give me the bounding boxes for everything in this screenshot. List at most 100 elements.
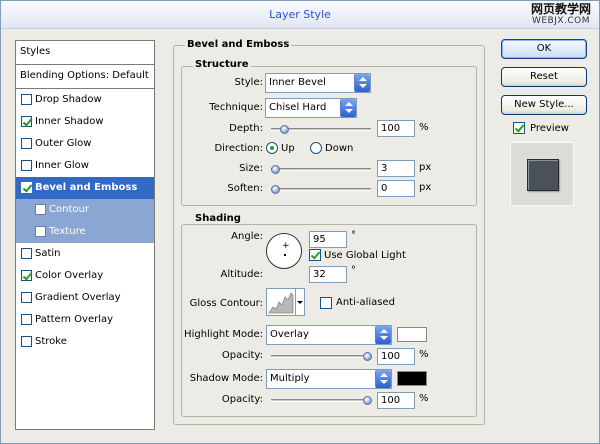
use-global-light-label: Use Global Light: [324, 250, 406, 261]
soften-slider[interactable]: [271, 185, 371, 194]
style-item-outer-glow[interactable]: Outer Glow: [16, 133, 154, 155]
gloss-contour-label: Gloss Contour:: [189, 298, 263, 309]
highlight-opacity-slider[interactable]: [271, 352, 372, 361]
shadow-opacity-label: Opacity:: [221, 394, 263, 405]
bevel-group-title: Bevel and Emboss: [185, 39, 292, 50]
style-checkbox[interactable]: [21, 182, 32, 193]
use-global-light-checkbox[interactable]: [309, 249, 321, 261]
new-style-button[interactable]: New Style...: [501, 95, 587, 115]
shading-title: Shading: [193, 213, 243, 224]
chevron-updown-icon: [375, 326, 391, 344]
shadow-opacity-input[interactable]: 100: [377, 392, 415, 409]
style-checkbox[interactable]: [21, 138, 32, 149]
ok-button[interactable]: OK: [501, 39, 587, 59]
size-input[interactable]: 3: [377, 160, 415, 177]
style-item-label: Inner Shadow: [35, 116, 104, 127]
style-checkbox[interactable]: [21, 292, 32, 303]
soften-unit: px: [419, 182, 432, 193]
style-item-satin[interactable]: Satin: [16, 243, 154, 265]
soften-input[interactable]: 0: [377, 180, 415, 197]
style-item-inner-glow[interactable]: Inner Glow: [16, 155, 154, 177]
style-item-label: Pattern Overlay: [35, 314, 114, 325]
highlight-opacity-label: Opacity:: [221, 350, 263, 361]
gloss-contour-picker[interactable]: [266, 288, 296, 316]
anti-aliased-checkbox[interactable]: [320, 297, 332, 309]
highlight-opacity-thumb[interactable]: [363, 352, 372, 361]
style-item-label: Stroke: [35, 336, 67, 347]
preview-swatch: [527, 159, 559, 191]
style-item-label: Contour: [49, 204, 89, 215]
styles-header[interactable]: Styles: [16, 41, 154, 65]
depth-slider[interactable]: [271, 125, 371, 134]
gloss-contour-dropdown[interactable]: [295, 288, 305, 316]
title-bar: Layer Style 网页教学网 WEBJX.COM: [1, 1, 599, 29]
style-checkbox[interactable]: [21, 94, 32, 105]
style-item-bevel-and-emboss[interactable]: Bevel and Emboss: [16, 177, 154, 199]
style-item-pattern-overlay[interactable]: Pattern Overlay: [16, 309, 154, 331]
direction-up-radio[interactable]: [266, 142, 278, 154]
style-checkbox[interactable]: [21, 270, 32, 281]
shadow-color-swatch[interactable]: [397, 371, 427, 386]
style-select[interactable]: Inner Bevel: [265, 73, 371, 93]
style-item-label: Bevel and Emboss: [35, 182, 138, 193]
styles-list: Styles Blending Options: Default Drop Sh…: [15, 40, 155, 430]
style-item-drop-shadow[interactable]: Drop Shadow: [16, 89, 154, 111]
chevron-updown-icon: [354, 74, 370, 92]
style-item-label: Inner Glow: [35, 160, 89, 171]
crosshair-icon: +: [282, 241, 290, 251]
angle-label: Angle:: [231, 231, 263, 242]
bevel-emboss-panel: Bevel and Emboss Structure Style: Inner …: [173, 39, 485, 425]
style-label: Style:: [234, 77, 264, 88]
angle-dial[interactable]: +: [266, 233, 302, 269]
angle-unit: °: [351, 230, 356, 241]
chevron-updown-icon: [340, 99, 356, 117]
preview-thumbnail: [510, 142, 574, 206]
reset-button[interactable]: Reset: [501, 67, 587, 87]
watermark-logo: 网页教学网 WEBJX.COM: [530, 2, 591, 26]
direction-up-label: Up: [281, 143, 295, 154]
blending-options-item[interactable]: Blending Options: Default: [16, 65, 154, 89]
size-slider[interactable]: [271, 165, 371, 174]
style-item-texture[interactable]: Texture: [16, 221, 154, 243]
size-unit: px: [419, 162, 432, 173]
anti-aliased-label: Anti-aliased: [336, 297, 396, 308]
shadow-opacity-thumb[interactable]: [363, 396, 372, 405]
highlight-color-swatch[interactable]: [397, 327, 427, 342]
style-checkbox[interactable]: [35, 204, 46, 215]
direction-down-radio[interactable]: [310, 142, 322, 154]
style-checkbox[interactable]: [21, 160, 32, 171]
style-checkbox[interactable]: [35, 226, 46, 237]
style-item-label: Satin: [35, 248, 61, 259]
shadow-opacity-slider[interactable]: [271, 396, 372, 405]
shadow-mode-select[interactable]: Multiply: [266, 369, 392, 389]
style-checkbox[interactable]: [21, 314, 32, 325]
highlight-mode-select[interactable]: Overlay: [266, 325, 392, 345]
preview-checkbox[interactable]: [513, 122, 525, 134]
style-item-label: Color Overlay: [35, 270, 104, 281]
highlight-opacity-unit: %: [419, 349, 429, 360]
highlight-mode-label: Highlight Mode:: [184, 329, 263, 340]
style-item-stroke[interactable]: Stroke: [16, 331, 154, 353]
style-item-gradient-overlay[interactable]: Gradient Overlay: [16, 287, 154, 309]
depth-label: Depth:: [229, 123, 263, 134]
preview-label: Preview: [530, 123, 569, 134]
contour-curve-icon: [268, 292, 294, 314]
highlight-opacity-input[interactable]: 100: [377, 348, 415, 365]
style-checkbox[interactable]: [21, 336, 32, 347]
style-item-inner-shadow[interactable]: Inner Shadow: [16, 111, 154, 133]
shadow-opacity-unit: %: [419, 393, 429, 404]
technique-select[interactable]: Chisel Hard: [265, 98, 357, 118]
soften-slider-thumb[interactable]: [271, 185, 280, 194]
style-checkbox[interactable]: [21, 116, 32, 127]
size-slider-thumb[interactable]: [271, 165, 280, 174]
angle-input[interactable]: 95: [309, 231, 347, 248]
window-title: Layer Style: [269, 8, 331, 21]
style-checkbox[interactable]: [21, 248, 32, 259]
altitude-label: Altitude:: [220, 269, 263, 280]
chevron-updown-icon: [375, 370, 391, 388]
altitude-unit: °: [351, 265, 356, 276]
style-item-contour[interactable]: Contour: [16, 199, 154, 221]
altitude-input[interactable]: 32: [309, 266, 347, 283]
style-item-color-overlay[interactable]: Color Overlay: [16, 265, 154, 287]
depth-input[interactable]: 100: [377, 120, 415, 137]
